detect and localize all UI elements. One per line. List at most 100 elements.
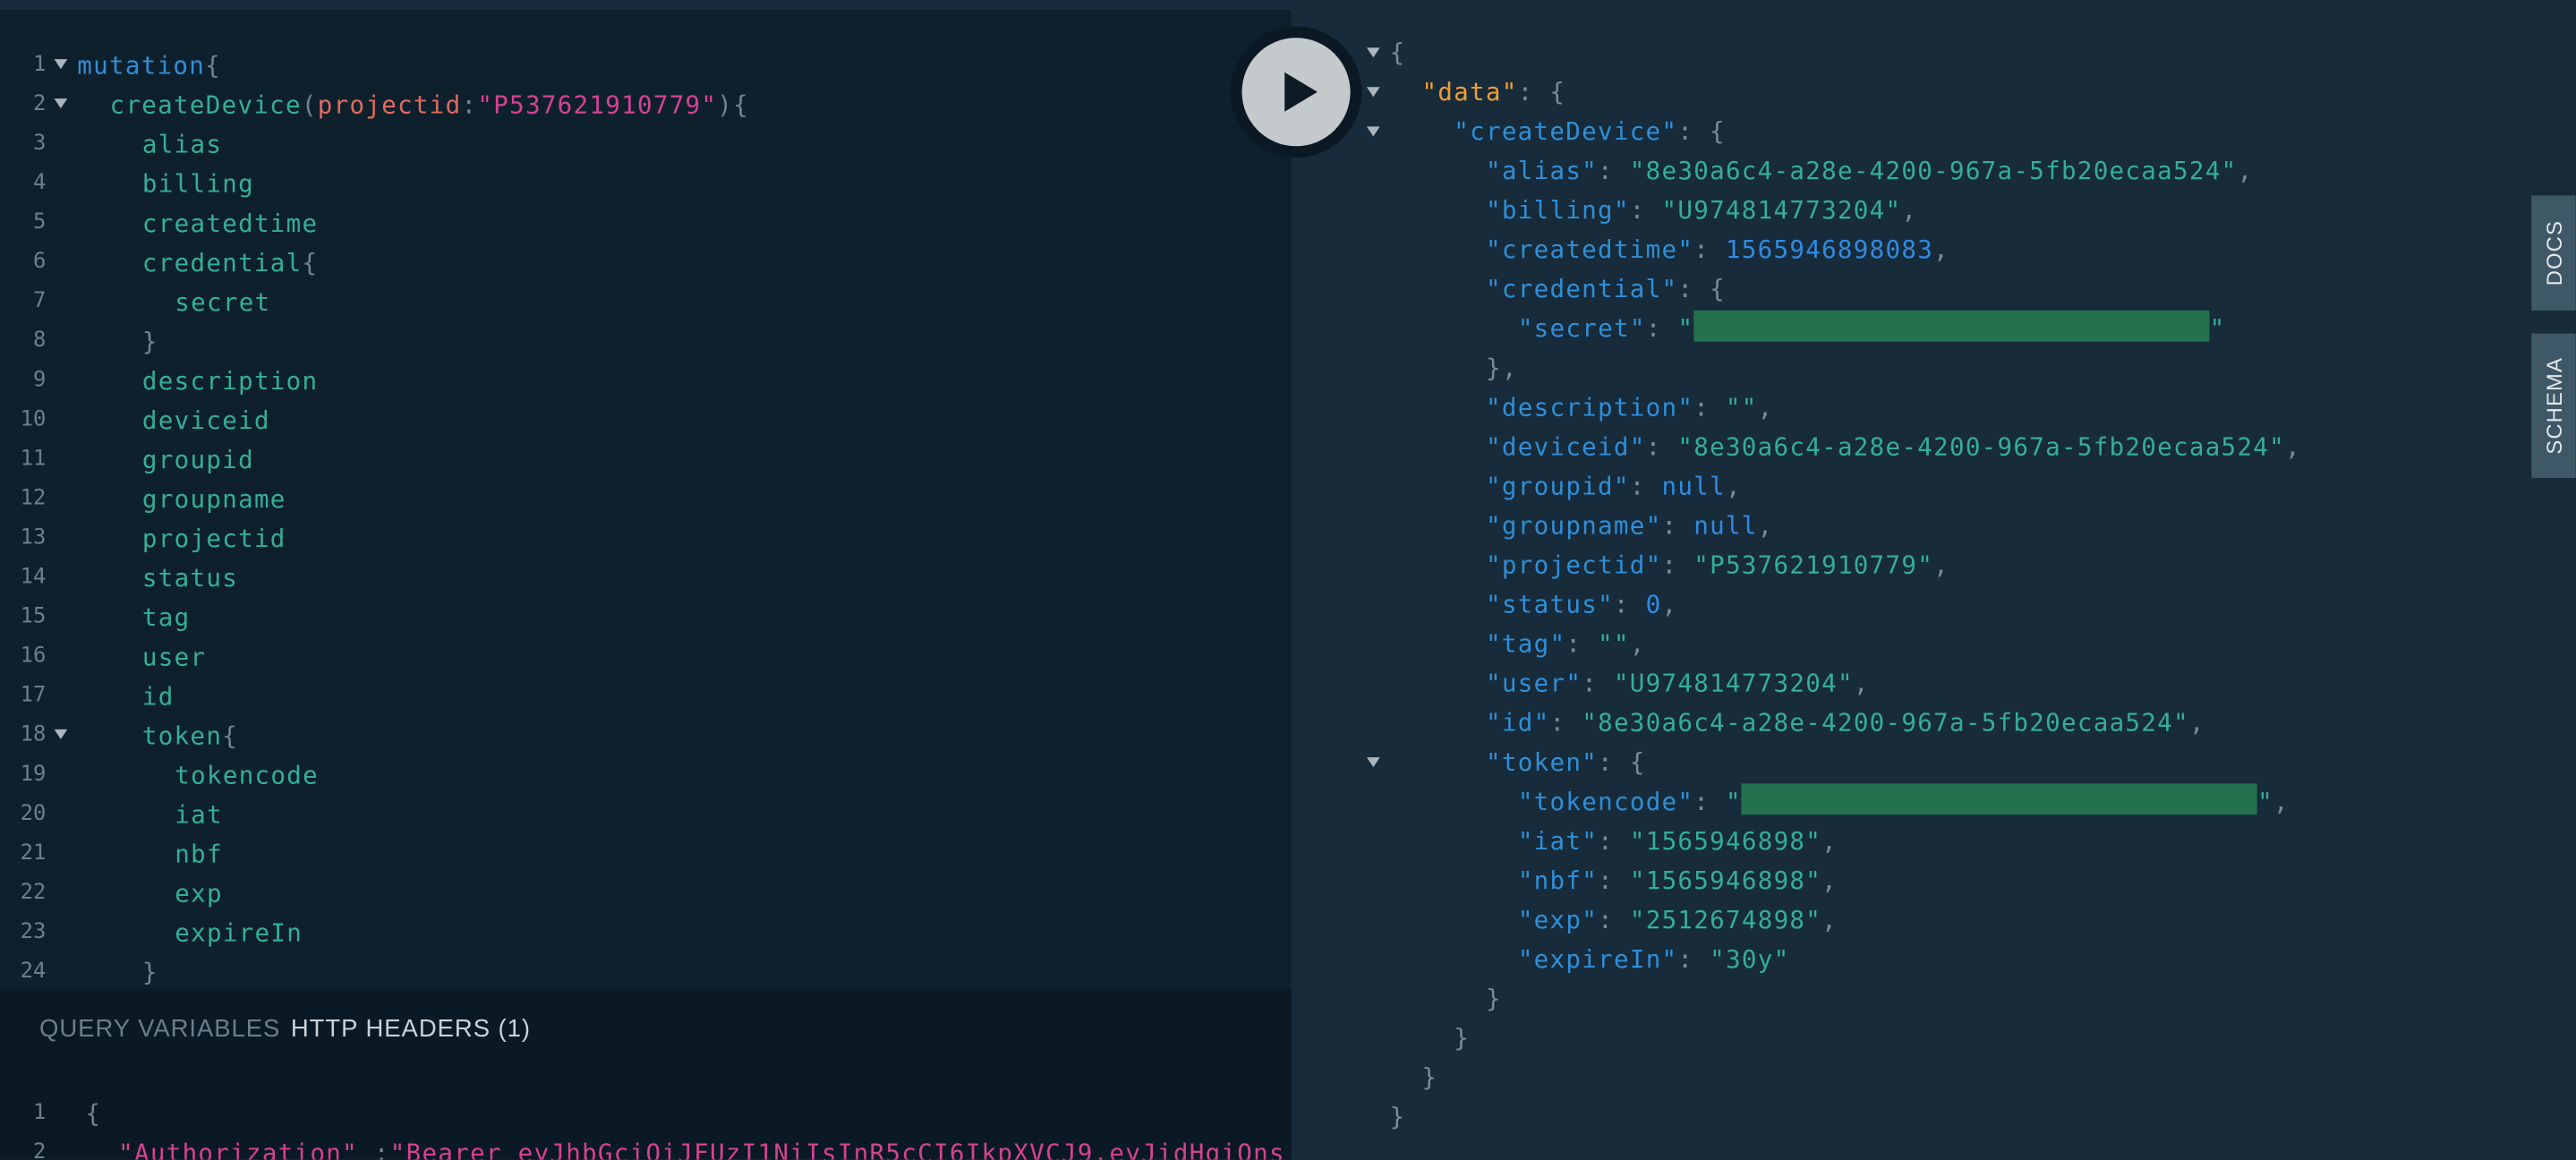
- code-token: {: [302, 248, 319, 278]
- result-line: "groupname": null,: [1292, 506, 2530, 545]
- result-line: "description": "",: [1292, 388, 2530, 427]
- code-token: null: [1693, 510, 1758, 541]
- json-text: "tokencode": " ",: [1518, 782, 2290, 822]
- code-token: {: [1389, 38, 1406, 68]
- fold-arrow-icon[interactable]: [54, 59, 68, 70]
- json-text: "status": 0,: [1486, 584, 1677, 624]
- code-token: :: [1645, 313, 1678, 344]
- json-text: }: [1390, 1097, 1406, 1137]
- line-number: 1: [33, 1100, 47, 1126]
- code-token: :: [1661, 550, 1694, 580]
- result-line: "id": "8e30a6c4-a28e-4200-967a-5fb20ecaa…: [1292, 704, 2530, 743]
- code-text: tokencode: [175, 755, 319, 795]
- code-token: :: [1629, 195, 1662, 226]
- code-token: ,: [1933, 235, 1949, 265]
- code-text: tag: [142, 598, 191, 637]
- result-line: "tag": "",: [1292, 624, 2530, 663]
- schema-tab-label: SCHEMA: [2541, 356, 2566, 455]
- code-token: "groupname": [1486, 510, 1662, 541]
- result-line: "tokencode": " ",: [1292, 782, 2530, 822]
- code-token: projectid: [317, 90, 462, 120]
- result-line: "createdtime": 1565946898083,: [1292, 230, 2530, 269]
- line-number: 14: [20, 565, 47, 590]
- json-text: }: [1421, 1058, 1437, 1097]
- code-token: },: [1486, 353, 1518, 383]
- query-editor[interactable]: 1 mutation{2 createDevice(projectid:"P5376…: [0, 10, 1292, 989]
- json-text: },: [1486, 348, 1518, 388]
- code-token: nbf: [175, 839, 223, 869]
- json-text: "groupid": null,: [1486, 466, 1742, 506]
- code-token: }: [1454, 1023, 1471, 1053]
- code-text: deviceid: [142, 401, 270, 440]
- code-token: "": [1598, 628, 1630, 659]
- code-token: "expireIn": [1517, 944, 1678, 975]
- tab-query-variables[interactable]: QUERY VARIABLES: [39, 1015, 280, 1043]
- line-number: 11: [20, 447, 47, 472]
- code-token: :: [1565, 628, 1599, 659]
- line-number: 3: [33, 131, 47, 157]
- fold-arrow-icon[interactable]: [54, 729, 68, 739]
- fold-arrow-icon[interactable]: [1366, 757, 1380, 768]
- code-text: alias: [142, 124, 222, 164]
- code-token: user: [141, 642, 207, 672]
- code-token: :: [1629, 471, 1662, 501]
- code-token: "secret": [1517, 313, 1646, 344]
- code-token: : {: [1677, 116, 1726, 147]
- line-number: 5: [33, 209, 47, 235]
- code-token: createDevice: [109, 90, 302, 120]
- code-text: projectid: [142, 519, 286, 559]
- json-text: }: [1486, 979, 1502, 1019]
- result-line: "credential": {: [1292, 269, 2530, 309]
- code-token: "exp": [1517, 905, 1599, 935]
- code-token: groupname: [141, 484, 286, 515]
- code-token: "description": [1486, 392, 1694, 422]
- headers-editor[interactable]: 1 {2 "Authorization" :"Bearer eyJhbGciOiJF…: [0, 1094, 1292, 1160]
- code-token: "iat": [1517, 826, 1599, 857]
- json-text: "data": {: [1421, 72, 1565, 112]
- code-token: createdtime: [141, 209, 319, 239]
- code-token: ,: [1661, 589, 1678, 619]
- code-token: "U974814773204": [1613, 668, 1854, 699]
- schema-tab[interactable]: SCHEMA: [2531, 333, 2576, 479]
- code-token: "token": [1486, 747, 1599, 778]
- json-text: {: [1390, 33, 1406, 72]
- code-token: alias: [141, 129, 223, 160]
- result-line: "alias": "8e30a6c4-a28e-4200-967a-5fb20e…: [1292, 151, 2530, 191]
- code-token: ,: [1725, 471, 1742, 501]
- code-token: groupid: [141, 445, 254, 475]
- code-token: :: [1598, 826, 1630, 857]
- code-token: :: [1598, 156, 1630, 186]
- code-token: iat: [175, 799, 223, 830]
- redacted-value: [1741, 783, 2258, 815]
- code-token: "alias": [1486, 156, 1599, 186]
- code-token: "P537621910779": [1693, 550, 1934, 580]
- line-number: 9: [33, 368, 47, 393]
- line-number: 10: [20, 407, 47, 432]
- code-token: :: [1598, 905, 1630, 935]
- fold-arrow-icon[interactable]: [54, 98, 68, 109]
- code-token: "projectid": [1486, 550, 1662, 580]
- json-text: "alias": "8e30a6c4-a28e-4200-967a-5fb20e…: [1486, 151, 2253, 191]
- code-token: :: [1661, 510, 1694, 541]
- code-text: nbf: [175, 834, 223, 874]
- code-token: "2512674898": [1629, 905, 1822, 935]
- docs-tab[interactable]: DOCS: [2531, 195, 2576, 311]
- fold-arrow-icon[interactable]: [1366, 87, 1380, 98]
- code-token: ,: [2188, 708, 2205, 738]
- code-token: billing: [141, 169, 254, 200]
- code-token: "createDevice": [1454, 116, 1678, 147]
- code-token: "8e30a6c4-a28e-4200-967a-5fb20ecaa524": [1582, 708, 2189, 738]
- code-token: : {: [1517, 77, 1566, 107]
- code-token: "credential": [1486, 274, 1678, 304]
- line-number: 13: [20, 525, 47, 550]
- line-number: 15: [20, 604, 47, 629]
- tab-http-headers[interactable]: HTTP HEADERS (1): [291, 1015, 531, 1043]
- line-number: 20: [20, 801, 47, 827]
- code-token: ,: [1853, 668, 1870, 699]
- code-token: "1565946898": [1629, 826, 1822, 857]
- fold-arrow-icon[interactable]: [1366, 47, 1380, 58]
- fold-arrow-icon[interactable]: [1366, 126, 1380, 137]
- code-token: mutation: [77, 50, 206, 81]
- result-line: "billing": "U974814773204",: [1292, 191, 2530, 230]
- run-button[interactable]: [1241, 38, 1351, 147]
